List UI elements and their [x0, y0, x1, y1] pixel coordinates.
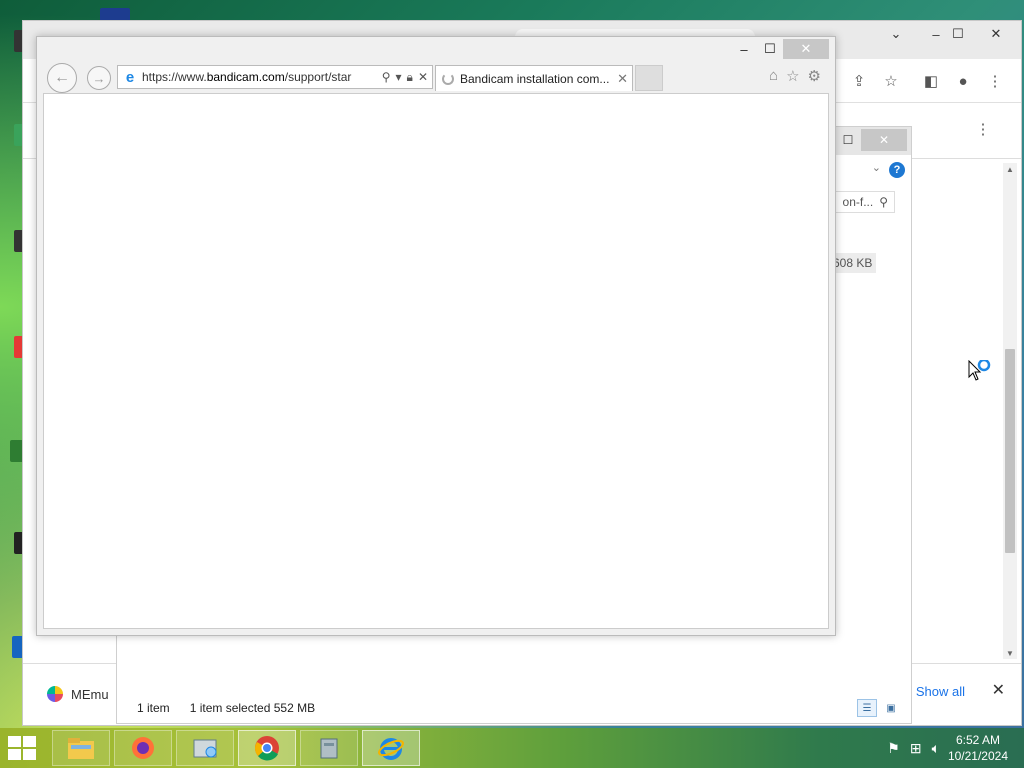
- ie-tab-title: Bandicam installation com...: [460, 71, 610, 86]
- ie-page-content: [43, 93, 829, 629]
- explorer-maximize-button[interactable]: ☐: [835, 129, 861, 151]
- busy-cursor-icon: [968, 360, 991, 381]
- file-explorer-icon: [68, 738, 94, 759]
- loading-spinner-icon: [442, 72, 454, 85]
- taskbar: ⚑ ⊞ 🔈︎ 6:52 AM 10/21/2024: [0, 728, 1024, 768]
- ie-maximize-button[interactable]: ☐: [757, 39, 783, 59]
- close-download-bar-icon[interactable]: ✕: [992, 680, 1005, 700]
- stop-icon[interactable]: ✕: [418, 70, 428, 85]
- firefox-icon: [132, 737, 154, 759]
- chrome-close-button[interactable]: ✕: [979, 23, 1013, 45]
- scroll-up-arrow-icon[interactable]: ▲: [1003, 163, 1017, 175]
- ie-close-button[interactable]: ✕: [783, 39, 829, 59]
- download-item-label: MEmu: [71, 686, 109, 702]
- memu-icon: [47, 686, 63, 702]
- taskbar-clock[interactable]: 6:52 AM 10/21/2024: [948, 732, 1008, 764]
- start-button[interactable]: [8, 736, 36, 760]
- chrome-icon: [254, 736, 279, 761]
- taskbar-chrome[interactable]: [238, 730, 296, 766]
- ribbon-expand-chevron-icon[interactable]: ⌄: [872, 161, 881, 174]
- internet-explorer-icon: [378, 738, 404, 760]
- page-menu-icon[interactable]: ⋮: [973, 119, 993, 139]
- taskbar-firefox[interactable]: [114, 730, 172, 766]
- clock-time: 6:52 AM: [955, 733, 1000, 747]
- status-item-count: 1 item: [137, 701, 170, 715]
- back-button[interactable]: ←: [47, 63, 77, 93]
- details-view-icon[interactable]: ☰: [857, 699, 877, 717]
- address-tools: ⚲ ▾ 🔒︎ ✕: [378, 70, 432, 85]
- taskbar-install-tool[interactable]: [300, 730, 358, 766]
- address-url-domain: bandicam.com: [206, 70, 285, 84]
- help-icon[interactable]: ?: [889, 162, 905, 178]
- side-panel-icon[interactable]: ◧: [921, 71, 941, 91]
- file-size-cell: 608 KB: [829, 253, 877, 273]
- address-url[interactable]: https://www.bandicam.com/support/star: [142, 70, 378, 84]
- address-bar[interactable]: e https://www.bandicam.com/support/star …: [117, 65, 433, 89]
- back-arrow-icon: ←: [54, 69, 70, 86]
- taskbar-file-explorer[interactable]: [52, 730, 110, 766]
- vertical-scrollbar[interactable]: ▲ ▼: [1003, 163, 1017, 659]
- action-center-flag-icon[interactable]: ⚑: [887, 740, 900, 757]
- tab-close-icon[interactable]: ✕: [617, 71, 632, 87]
- ie-page-icon: e: [125, 68, 135, 86]
- tools-gear-icon[interactable]: ⚙: [808, 67, 821, 85]
- favorites-star-icon[interactable]: ☆: [786, 67, 799, 85]
- profile-icon[interactable]: ●: [953, 71, 973, 91]
- control-panel-icon: [193, 739, 217, 758]
- explorer-search-text: on-f...: [842, 195, 874, 209]
- view-toggle: ☰ ▣: [857, 699, 901, 717]
- forward-button[interactable]: →: [87, 66, 111, 90]
- ie-command-icons: ⌂ ☆ ⚙: [769, 67, 821, 85]
- ie-tab[interactable]: Bandicam installation com... ✕: [435, 65, 633, 91]
- show-all-link[interactable]: Show all: [916, 684, 965, 699]
- download-item[interactable]: MEmu: [47, 686, 109, 702]
- search-icon: ⚲: [879, 195, 888, 209]
- share-icon[interactable]: ⇪: [849, 71, 869, 91]
- ie-minimize-button[interactable]: –: [731, 39, 757, 59]
- status-selection: 1 item selected 552 MB: [189, 701, 316, 715]
- explorer-close-button[interactable]: ✕: [861, 129, 907, 151]
- volume-icon[interactable]: 🔈︎: [932, 740, 940, 757]
- start-windows-icon: [8, 736, 21, 747]
- clock-date: 10/21/2024: [947, 749, 1008, 763]
- bookmark-star-icon[interactable]: ☆: [881, 71, 901, 91]
- address-search-icon[interactable]: ⚲: [382, 70, 391, 85]
- large-icons-view-icon[interactable]: ▣: [881, 699, 901, 717]
- chrome-tab-list-icon[interactable]: ⌄: [879, 23, 913, 45]
- new-tab-button[interactable]: [635, 65, 663, 91]
- lock-icon[interactable]: 🔒︎: [407, 70, 413, 85]
- forward-arrow-icon: →: [92, 70, 106, 86]
- chrome-menu-icon[interactable]: ⋮: [985, 71, 1005, 91]
- address-dropdown-icon[interactable]: ▾: [396, 70, 402, 85]
- taskbar-control-panel[interactable]: [176, 730, 234, 766]
- internet-explorer-window: – ☐ ✕ ← → e https://www.bandicam.com/sup…: [36, 36, 836, 636]
- network-icon[interactable]: ⊞: [910, 740, 922, 757]
- chrome-maximize-button[interactable]: ☐: [941, 23, 975, 45]
- home-icon[interactable]: ⌂: [769, 67, 778, 85]
- scrollbar-thumb[interactable]: [1005, 349, 1015, 553]
- address-url-prefix: https://www.: [142, 70, 207, 84]
- address-url-path: /support/star: [284, 70, 352, 84]
- system-tray: ⚑ ⊞ 🔈︎: [887, 740, 940, 757]
- explorer-status-bar: 1 item 1 item selected 552 MB ☰ ▣: [117, 693, 911, 723]
- scroll-down-arrow-icon[interactable]: ▼: [1003, 647, 1017, 659]
- installer-icon: [320, 738, 338, 759]
- taskbar-internet-explorer[interactable]: [362, 730, 420, 766]
